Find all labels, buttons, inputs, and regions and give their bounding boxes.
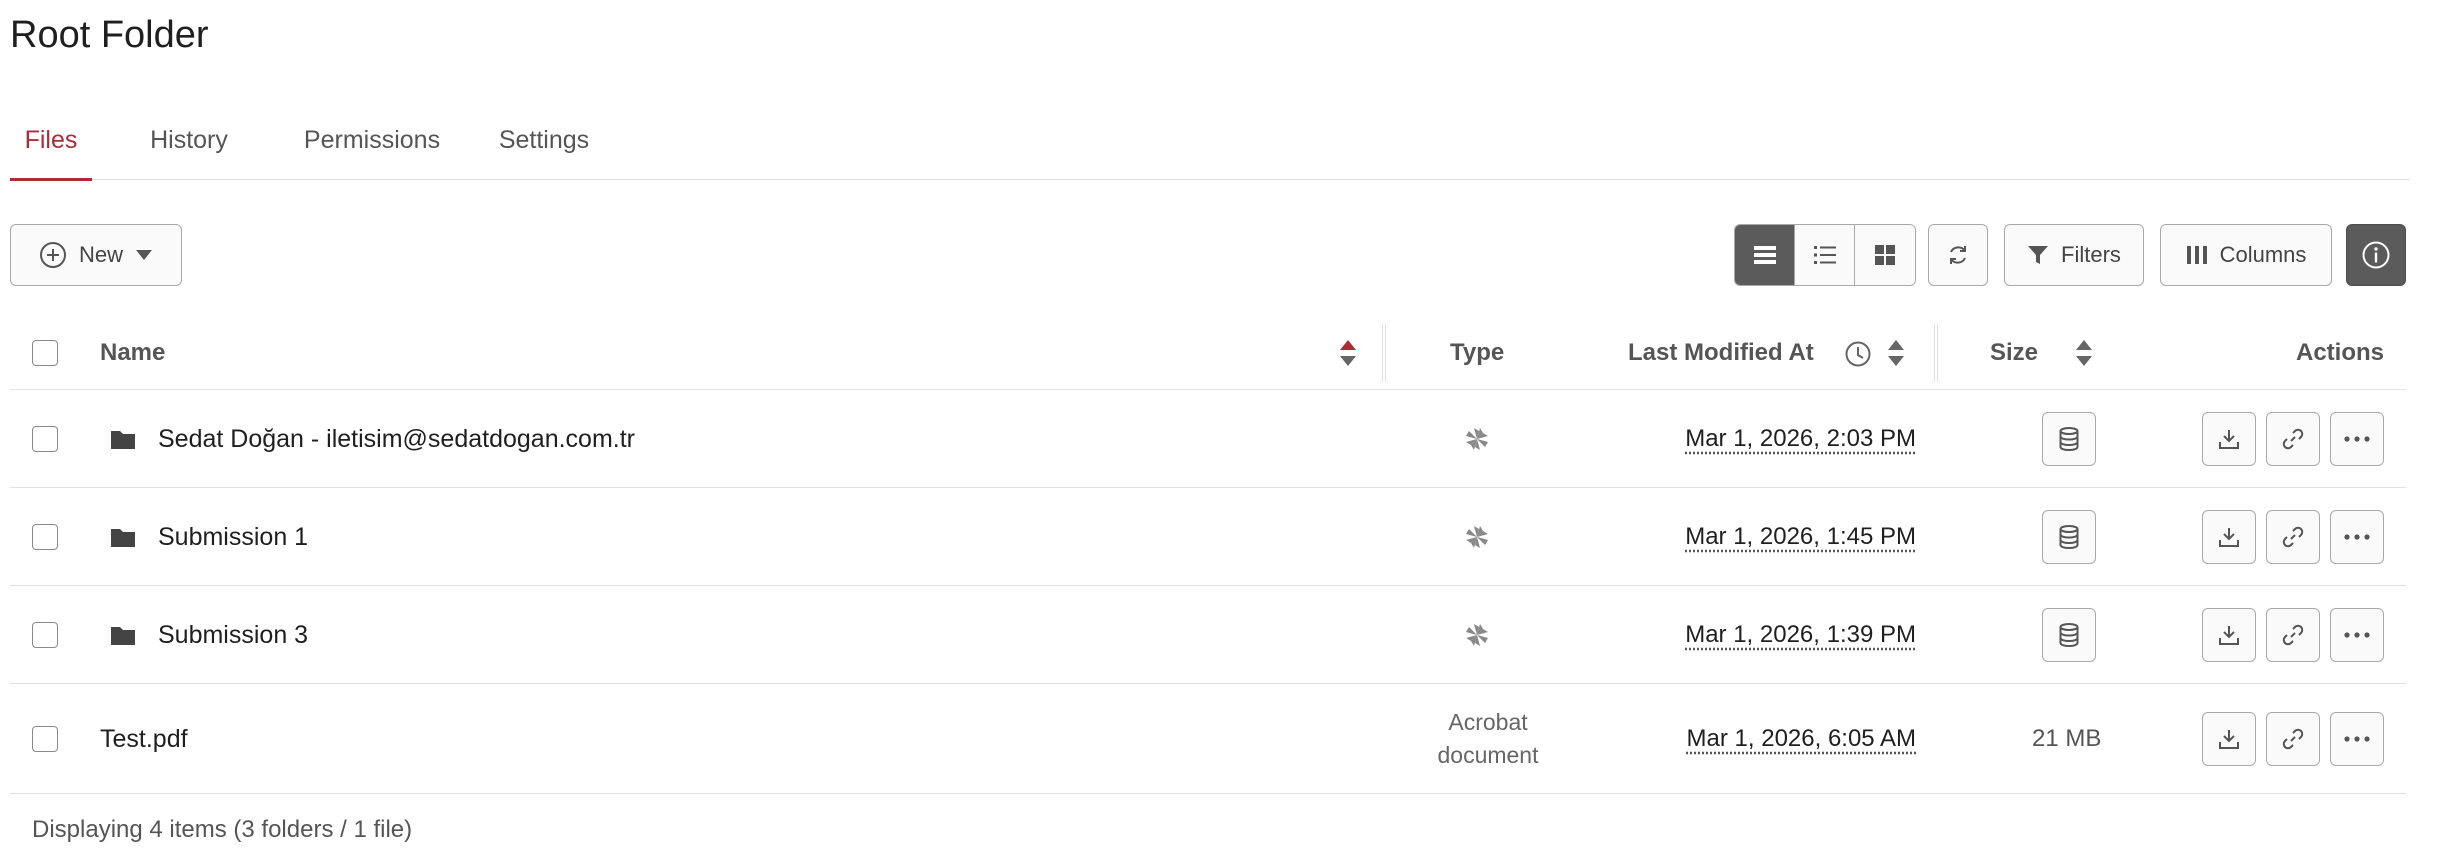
download-icon (2219, 626, 2239, 645)
shared-folder-icon (1466, 428, 1488, 450)
item-count-summary: Displaying 4 items (3 folders / 1 file) (32, 816, 413, 843)
copy-link-button[interactable] (2266, 412, 2320, 466)
folder-icon (111, 431, 135, 449)
caret-down-icon (136, 250, 152, 260)
more-actions-button[interactable] (2330, 412, 2384, 466)
more-actions-button[interactable] (2330, 712, 2384, 766)
list-view-button[interactable] (1795, 225, 1855, 285)
filters-button[interactable]: Filters (2004, 224, 2144, 286)
select-all-checkbox[interactable] (32, 340, 58, 366)
header-last-modified[interactable]: Last Modified At (1628, 316, 1814, 390)
page-title: Root Folder (10, 14, 209, 56)
table-view-button[interactable] (1735, 225, 1795, 285)
shared-folder-icon (1466, 624, 1488, 646)
tab-history[interactable]: History (124, 100, 254, 180)
row-checkbox[interactable] (32, 726, 58, 752)
type-line: Acrobat (1448, 709, 1528, 735)
more-actions-button[interactable] (2330, 510, 2384, 564)
storage-button[interactable] (2042, 608, 2096, 662)
table-row[interactable]: Sedat Doğan - iletisim@sedatdogan.com.tr… (10, 390, 2406, 488)
row-modified: Mar 1, 2026, 6:05 AM (1686, 725, 1916, 752)
files-table: Name Type Last Modified At Size Actions … (10, 316, 2406, 794)
view-mode-group (1734, 224, 1916, 286)
more-horizontal-icon (2344, 436, 2370, 442)
list-view-icon (1813, 246, 1836, 264)
sort-icon[interactable] (2074, 338, 2094, 368)
shared-folder-icon (1466, 526, 1488, 548)
download-button[interactable] (2202, 712, 2256, 766)
more-horizontal-icon (2344, 534, 2370, 540)
info-icon (2362, 241, 2390, 269)
refresh-button[interactable] (1928, 224, 1988, 286)
more-horizontal-icon (2344, 632, 2370, 638)
header-actions: Actions (2295, 339, 2384, 366)
tab-bar: Files History Permissions Settings (10, 100, 2410, 181)
columns-icon (2186, 246, 2207, 264)
filters-button-label: Filters (2061, 242, 2121, 267)
table-view-icon (1753, 246, 1776, 264)
download-icon (2219, 528, 2239, 547)
link-icon (2282, 526, 2304, 548)
grid-view-icon (1875, 245, 1895, 265)
tab-files[interactable]: Files (10, 100, 92, 181)
database-icon (2059, 427, 2079, 451)
column-resizer[interactable] (1382, 324, 1386, 382)
plus-circle-icon (39, 242, 66, 268)
link-icon (2282, 728, 2304, 750)
row-type: Acrobat document (1390, 684, 1586, 794)
row-checkbox[interactable] (32, 622, 58, 648)
row-checkbox[interactable] (32, 524, 58, 550)
header-size[interactable]: Size (1990, 316, 2038, 390)
table-header: Name Type Last Modified At Size Actions (10, 316, 2406, 390)
download-button[interactable] (2202, 510, 2256, 564)
more-horizontal-icon (2344, 736, 2370, 742)
header-type: Type (1450, 339, 1505, 366)
download-button[interactable] (2202, 608, 2256, 662)
header-name[interactable]: Name (100, 316, 165, 390)
row-name[interactable]: Submission 1 (158, 488, 308, 586)
copy-link-button[interactable] (2266, 608, 2320, 662)
database-icon (2059, 623, 2079, 647)
sort-icon[interactable] (1886, 338, 1906, 368)
tab-permissions[interactable]: Permissions (282, 100, 462, 180)
clock-icon (1845, 341, 1871, 367)
folder-icon (111, 627, 135, 645)
row-size: 21 MB (2032, 725, 2102, 752)
info-button[interactable] (2346, 224, 2406, 286)
column-resizer[interactable] (1934, 324, 1938, 382)
columns-button-label: Columns (2219, 242, 2307, 267)
database-icon (2059, 525, 2079, 549)
link-icon (2282, 624, 2304, 646)
filter-icon (2028, 246, 2049, 264)
copy-link-button[interactable] (2266, 510, 2320, 564)
storage-button[interactable] (2042, 412, 2096, 466)
sort-asc-icon[interactable] (1338, 338, 1358, 368)
storage-button[interactable] (2042, 510, 2096, 564)
refresh-icon (1950, 246, 1966, 264)
row-modified: Mar 1, 2026, 2:03 PM (1685, 425, 1916, 452)
folder-icon (111, 529, 135, 547)
download-button[interactable] (2202, 412, 2256, 466)
copy-link-button[interactable] (2266, 712, 2320, 766)
row-name[interactable]: Submission 3 (158, 586, 308, 684)
grid-view-button[interactable] (1855, 225, 1915, 285)
more-actions-button[interactable] (2330, 608, 2384, 662)
table-row[interactable]: Submission 1 Mar 1, 2026, 1:45 PM (10, 488, 2406, 586)
row-name[interactable]: Test.pdf (100, 684, 188, 794)
new-button-label: New (78, 242, 123, 267)
new-button[interactable]: New (10, 224, 182, 286)
row-checkbox[interactable] (32, 426, 58, 452)
download-icon (2219, 730, 2239, 749)
row-modified: Mar 1, 2026, 1:39 PM (1685, 621, 1916, 648)
link-icon (2282, 428, 2304, 450)
table-row[interactable]: Submission 3 Mar 1, 2026, 1:39 PM (10, 586, 2406, 684)
columns-button[interactable]: Columns (2160, 224, 2332, 286)
type-line: document (1437, 742, 1539, 768)
row-name[interactable]: Sedat Doğan - iletisim@sedatdogan.com.tr (158, 390, 635, 488)
row-modified: Mar 1, 2026, 1:45 PM (1685, 523, 1916, 550)
tab-settings[interactable]: Settings (486, 100, 602, 180)
table-row[interactable]: Test.pdf Acrobat document Mar 1, 2026, 6:… (10, 684, 2406, 794)
download-icon (2219, 430, 2239, 449)
